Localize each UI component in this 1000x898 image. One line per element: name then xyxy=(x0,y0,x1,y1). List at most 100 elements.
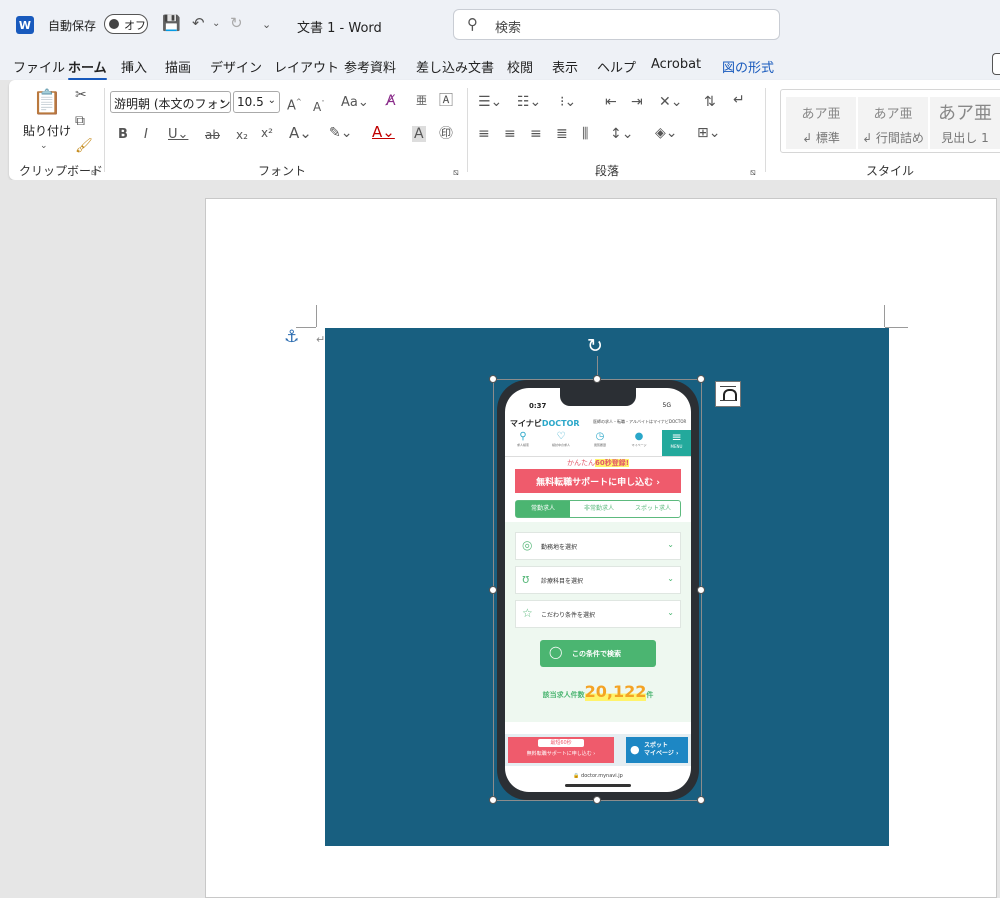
style-sample: あア亜 xyxy=(801,107,841,122)
cut-icon[interactable]: ✂ xyxy=(75,87,87,103)
tab-acrobat[interactable]: Acrobat xyxy=(651,57,701,72)
style-name: ↲ 行間詰め xyxy=(862,131,924,145)
autosave-state: オフ xyxy=(124,19,146,32)
resize-handle-top[interactable] xyxy=(593,375,601,383)
toggle-knob xyxy=(109,19,119,29)
rotate-handle-icon[interactable]: ↻ xyxy=(587,335,603,357)
sort-icon[interactable]: ⇅ xyxy=(704,94,716,110)
font-color-icon[interactable]: A⌄ xyxy=(372,124,395,140)
tab-references[interactable]: 参考資料 xyxy=(344,57,396,76)
clear-formatting-icon[interactable]: A̸ xyxy=(386,93,396,109)
crop-mark xyxy=(884,305,885,327)
redo-icon[interactable]: ↻ xyxy=(230,14,243,32)
tab-view[interactable]: 表示 xyxy=(552,57,578,76)
character-shading-icon[interactable]: A xyxy=(412,126,426,142)
paste-dropdown-icon[interactable]: ⌄ xyxy=(40,138,48,154)
clipboard-launcher-icon[interactable]: ⧅ xyxy=(91,165,97,181)
style-normal[interactable]: あア亜 ↲ 標準 xyxy=(786,97,856,149)
strikethrough-icon[interactable]: ab xyxy=(205,127,220,143)
undo-icon[interactable]: ↶ xyxy=(192,14,205,32)
font-size-select[interactable]: 10.5 ⌄ xyxy=(233,91,280,113)
styles-group-label: スタイル xyxy=(866,164,915,178)
anchor-icon[interactable]: ⚓ xyxy=(284,327,299,347)
tab-design[interactable]: デザイン xyxy=(210,57,262,76)
text-effects-icon[interactable]: A⌄ xyxy=(289,125,312,141)
enclose-characters-icon[interactable]: ㊞ xyxy=(439,126,453,142)
word-icon[interactable]: W xyxy=(16,16,34,34)
increase-indent-icon[interactable]: ⇥ xyxy=(631,94,643,110)
comments-button[interactable] xyxy=(992,53,1000,75)
layout-options-icon[interactable] xyxy=(715,381,741,407)
resize-handle-left[interactable] xyxy=(489,586,497,594)
autosave-label: 自動保存 xyxy=(48,19,97,33)
style-name: ↲ 標準 xyxy=(802,131,840,145)
undo-dropdown-icon[interactable]: ⌄ xyxy=(212,18,220,29)
bullets-icon[interactable]: ☰⌄ xyxy=(478,94,502,110)
borders-icon[interactable]: ⊞⌄ xyxy=(697,125,720,141)
resize-handle-bottom-right[interactable] xyxy=(697,796,705,804)
asian-layout-icon[interactable]: ✕⌄ xyxy=(659,94,682,110)
font-name-select[interactable]: 游明朝 (本文のフォン ⌄ xyxy=(110,91,231,113)
tab-review[interactable]: 校閲 xyxy=(507,57,533,76)
format-painter-icon[interactable]: 🖌 xyxy=(75,138,93,154)
line-spacing-icon[interactable]: ↕⌄ xyxy=(610,126,633,142)
multilevel-list-icon[interactable]: ⁝⌄ xyxy=(560,94,576,110)
resize-handle-top-right[interactable] xyxy=(697,375,705,383)
highlight-color-icon[interactable]: ✎⌄ xyxy=(329,125,352,141)
shading-icon[interactable]: ◈⌄ xyxy=(655,125,678,141)
character-border-icon[interactable]: 🄰 xyxy=(439,93,453,109)
align-left-icon[interactable]: ≡ xyxy=(478,126,490,142)
paragraph-launcher-icon[interactable]: ⧅ xyxy=(750,165,756,181)
italic-icon[interactable]: I xyxy=(144,127,148,143)
shrink-font-icon[interactable]: Aˇ xyxy=(313,96,325,115)
decrease-indent-icon[interactable]: ⇤ xyxy=(605,94,617,110)
resize-handle-bottom-left[interactable] xyxy=(489,796,497,804)
change-case-icon[interactable]: Aa⌄ xyxy=(341,95,369,111)
search-box[interactable]: ⚲ 検索 xyxy=(453,9,780,40)
justify-icon[interactable]: ≣ xyxy=(556,126,568,142)
document-title: 文書 1 - Word xyxy=(297,21,382,36)
tab-layout[interactable]: レイアウト xyxy=(274,57,339,76)
ribbon-tabs: ファイル ホーム 挿入 描画 デザイン レイアウト 参考資料 差し込み文書 校閲… xyxy=(0,50,1000,80)
selection-frame xyxy=(493,379,702,801)
font-group-label: フォント xyxy=(258,164,307,178)
align-right-icon[interactable]: ≡ xyxy=(530,126,542,142)
paragraph-group-label: 段落 xyxy=(595,164,620,178)
distributed-icon[interactable]: ⫼ xyxy=(582,126,588,142)
ribbon: 📋 貼り付け ⌄ ✂ ⧉ 🖌 クリップボード ⧅ 游明朝 (本文のフォン ⌄ 10… xyxy=(9,80,1000,180)
title-bar: W 自動保存 オフ 💾 ↶ ⌄ ↻ ⌄ 文書 1 - Word ⚲ 検索 xyxy=(0,0,1000,50)
underline-icon[interactable]: U⌄ xyxy=(168,127,188,143)
tab-insert[interactable]: 挿入 xyxy=(121,57,147,76)
align-center-icon[interactable]: ≡ xyxy=(504,126,516,142)
tab-file[interactable]: ファイル xyxy=(13,57,65,76)
tab-help[interactable]: ヘルプ xyxy=(597,57,636,76)
paste-icon[interactable]: 📋 xyxy=(32,88,62,116)
style-heading-1[interactable]: あア亜 見出し 1 xyxy=(930,97,1000,149)
phonetic-guide-icon[interactable]: 亜 xyxy=(416,93,427,109)
crop-mark xyxy=(316,305,317,327)
autosave-toggle[interactable]: オフ xyxy=(104,14,148,34)
tab-draw[interactable]: 描画 xyxy=(165,57,191,76)
style-no-spacing[interactable]: あア亜 ↲ 行間詰め xyxy=(858,97,928,149)
font-launcher-icon[interactable]: ⧅ xyxy=(453,165,459,181)
resize-handle-bottom[interactable] xyxy=(593,796,601,804)
customize-qat-icon[interactable]: ⌄ xyxy=(262,18,271,31)
save-icon[interactable]: 💾 xyxy=(162,14,181,32)
style-sample: あア亜 xyxy=(938,103,992,124)
show-formatting-marks-icon[interactable]: ↵ xyxy=(733,92,745,108)
superscript-icon[interactable]: x² xyxy=(261,125,273,141)
copy-icon[interactable]: ⧉ xyxy=(75,113,85,129)
paste-label[interactable]: 貼り付け xyxy=(23,122,71,139)
tab-mailings[interactable]: 差し込み文書 xyxy=(416,57,494,76)
bold-icon[interactable]: B xyxy=(118,127,128,143)
resize-handle-top-left[interactable] xyxy=(489,375,497,383)
subscript-icon[interactable]: x₂ xyxy=(236,127,248,143)
grow-font-icon[interactable]: A^ xyxy=(287,94,302,114)
tab-picture-format[interactable]: 図の形式 xyxy=(722,57,774,76)
separator xyxy=(104,88,105,172)
numbering-icon[interactable]: ☷⌄ xyxy=(517,94,541,110)
line xyxy=(720,386,736,387)
resize-handle-right[interactable] xyxy=(697,586,705,594)
tab-home-label: ホーム xyxy=(68,61,107,76)
tab-home[interactable]: ホーム xyxy=(68,57,107,80)
